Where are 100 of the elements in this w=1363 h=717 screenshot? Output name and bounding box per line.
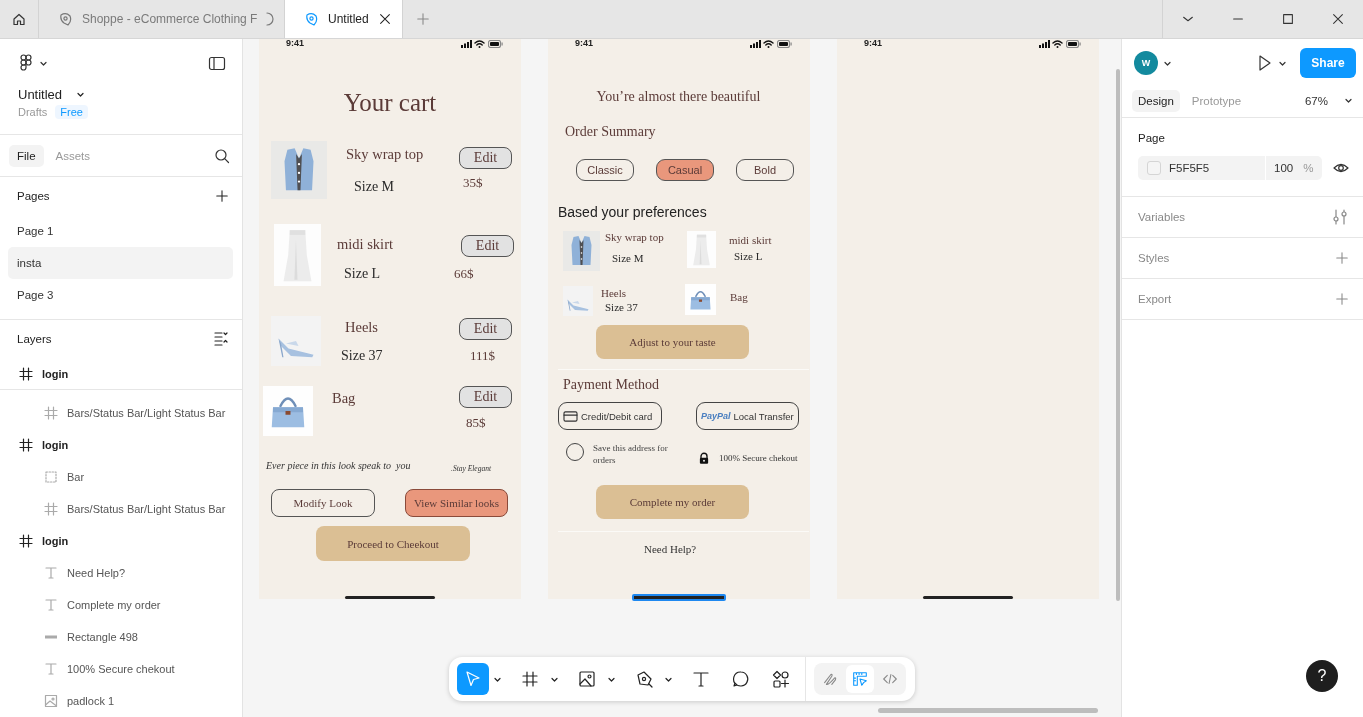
product-name: Heels	[345, 319, 378, 336]
complete-order-button[interactable]: Complete my order	[596, 485, 749, 519]
product-size: Size M	[354, 179, 395, 195]
edit-button[interactable]: Edit	[461, 235, 514, 257]
payment-option[interactable]: Credit/Debit card	[558, 402, 662, 430]
text-icon	[43, 565, 59, 581]
action-button[interactable]: View Similar looks	[405, 489, 508, 517]
brand-text: PayPal	[701, 411, 731, 421]
layer-item[interactable]: login	[42, 439, 69, 451]
battery-icon	[777, 40, 792, 48]
signal-icon	[750, 40, 761, 48]
style-chip[interactable]: Bold	[736, 159, 794, 181]
checkbox-label: Save this address for orders	[593, 442, 669, 466]
product-size: Size L	[344, 266, 381, 282]
layer-item[interactable]: Bars/Status Bar/Light Status Bar	[67, 503, 226, 515]
product-size: Size 37	[605, 301, 638, 313]
layer-item[interactable]: Complete my order	[67, 599, 161, 611]
product-price: 66$	[454, 266, 474, 282]
style-chip[interactable]: Casual	[656, 159, 714, 181]
file-icon	[305, 12, 319, 26]
heading: You’re almost there beautiful	[595, 89, 762, 105]
section-title[interactable]: Variables	[1138, 211, 1186, 223]
wifi-icon	[763, 40, 774, 48]
section-title: Payment Method	[563, 377, 660, 393]
image-icon	[577, 669, 597, 689]
layer-item[interactable]: login	[42, 367, 69, 380]
layer-item[interactable]: Bars/Status Bar/Light Status Bar	[67, 407, 226, 419]
product-name: Sky wrap top	[346, 146, 424, 163]
signal-icon	[461, 40, 472, 48]
zoom-level[interactable]: 67%	[1304, 94, 1328, 107]
shapes-icon	[771, 669, 791, 689]
plus-icon[interactable]	[215, 189, 229, 203]
product-size: Size M	[612, 252, 644, 264]
panel-tab[interactable]: File	[9, 144, 44, 167]
payment-option[interactable]: PayPal Local Transfer	[696, 402, 799, 430]
page-item[interactable]: Page 3	[8, 279, 233, 311]
close-icon[interactable]	[377, 12, 392, 26]
hash-icon	[520, 669, 540, 689]
section-title: Page	[1137, 131, 1166, 144]
action-button[interactable]: Proceed to Cheekout	[316, 526, 470, 561]
layer-item[interactable]: Bar	[67, 471, 85, 483]
product-name: Heels	[601, 287, 627, 299]
secure-note: 100% Secure chekout	[719, 453, 798, 463]
caret-icon[interactable]	[1344, 96, 1353, 105]
image-icon	[43, 693, 59, 709]
edit-button[interactable]: Edit	[459, 318, 512, 340]
section-title: Pages	[17, 190, 50, 202]
color-field[interactable]: F5F5F5 100 %	[1138, 156, 1322, 180]
layer-item[interactable]: login	[42, 535, 69, 547]
search-icon[interactable]	[214, 147, 230, 164]
dashed-square-icon	[43, 469, 59, 485]
location-label: Drafts	[18, 106, 48, 118]
page-item[interactable]: insta	[8, 247, 233, 279]
caret-icon[interactable]	[76, 90, 86, 99]
battery-icon	[1066, 40, 1081, 48]
hash-icon	[43, 405, 59, 421]
hash-icon	[43, 501, 59, 517]
close-icon[interactable]	[1331, 12, 1345, 26]
maximize-icon[interactable]	[1281, 12, 1295, 26]
collapse-icon[interactable]	[213, 330, 229, 348]
text-icon	[691, 669, 711, 689]
help-link[interactable]: Need Help?	[644, 543, 697, 555]
page-item[interactable]: Page 1	[8, 215, 233, 247]
status-time: 9:41	[286, 39, 304, 48]
browser-tab[interactable]: Untitled	[285, 0, 403, 38]
edit-button[interactable]: Edit	[459, 147, 512, 169]
layer-item[interactable]: padlock 1	[67, 695, 115, 707]
app-logo-icon[interactable]	[18, 54, 34, 72]
file-name[interactable]: Untitled	[18, 87, 63, 102]
product-price: 85$	[466, 415, 486, 431]
product-price: 35$	[463, 175, 483, 191]
product-name: midi skirt	[337, 236, 393, 253]
adjust-button[interactable]: Adjust to your taste	[596, 325, 749, 359]
layer-item[interactable]: Need Help?	[67, 567, 126, 579]
home-icon[interactable]	[11, 11, 27, 27]
battery-icon	[488, 40, 503, 48]
product-name: Bag	[730, 291, 748, 303]
status-time: 9:41	[575, 39, 593, 48]
inspector-tab[interactable]: Design	[1132, 89, 1180, 112]
plan-badge: Free	[55, 105, 88, 119]
mode-button[interactable]	[846, 665, 874, 693]
edit-button[interactable]: Edit	[459, 386, 512, 408]
product-name: midi skirt	[729, 234, 772, 246]
sidebar-icon[interactable]	[208, 54, 226, 72]
layer-item[interactable]: 100% Secure chekout	[67, 663, 175, 675]
section-title[interactable]: Styles	[1138, 252, 1170, 264]
action-button[interactable]: Modify Look	[271, 489, 375, 517]
avatar[interactable]: W	[1134, 51, 1158, 75]
sliders-icon[interactable]	[1331, 208, 1349, 226]
product-size: Size 37	[341, 348, 383, 364]
section-title[interactable]: Export	[1138, 293, 1172, 305]
hash-icon	[18, 437, 34, 453]
wifi-icon	[474, 40, 485, 48]
layer-item[interactable]: Rectangle 498	[67, 631, 138, 643]
section-title: Based your preferences	[558, 204, 707, 220]
text-icon	[43, 661, 59, 677]
status-time: 9:41	[864, 39, 882, 48]
product-size: Size L	[734, 250, 763, 262]
product-name: Bag	[332, 390, 356, 407]
style-chip[interactable]: Classic	[576, 159, 634, 181]
